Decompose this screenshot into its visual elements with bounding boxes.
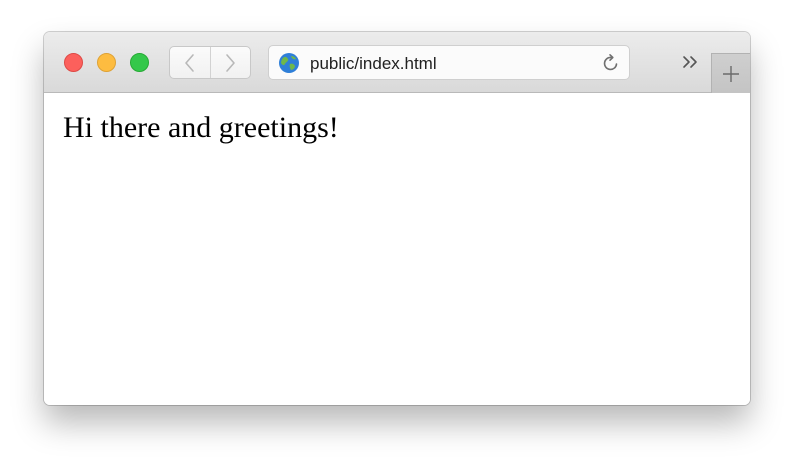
page-text: Hi there and greetings! bbox=[63, 111, 339, 144]
page-content: Hi there and greetings! bbox=[44, 93, 750, 405]
minimize-window-button[interactable] bbox=[97, 53, 116, 72]
double-chevron-icon[interactable] bbox=[680, 51, 702, 73]
plus-icon bbox=[723, 65, 739, 82]
zoom-window-button[interactable] bbox=[130, 53, 149, 72]
navigation-buttons bbox=[169, 46, 251, 79]
new-tab-button[interactable] bbox=[711, 53, 750, 93]
browser-toolbar: public/index.html bbox=[44, 32, 750, 93]
globe-icon bbox=[279, 53, 299, 73]
desktop-background: public/index.html Hi there and greetings… bbox=[0, 0, 800, 466]
chevron-right-icon bbox=[226, 53, 236, 72]
chevron-left-icon bbox=[184, 53, 194, 72]
address-bar[interactable]: public/index.html bbox=[268, 45, 630, 80]
browser-window: public/index.html Hi there and greetings… bbox=[44, 32, 750, 405]
back-button[interactable] bbox=[170, 47, 210, 78]
reload-icon[interactable] bbox=[601, 53, 621, 73]
forward-button[interactable] bbox=[209, 47, 251, 78]
close-window-button[interactable] bbox=[64, 53, 83, 72]
address-url: public/index.html bbox=[310, 54, 437, 73]
